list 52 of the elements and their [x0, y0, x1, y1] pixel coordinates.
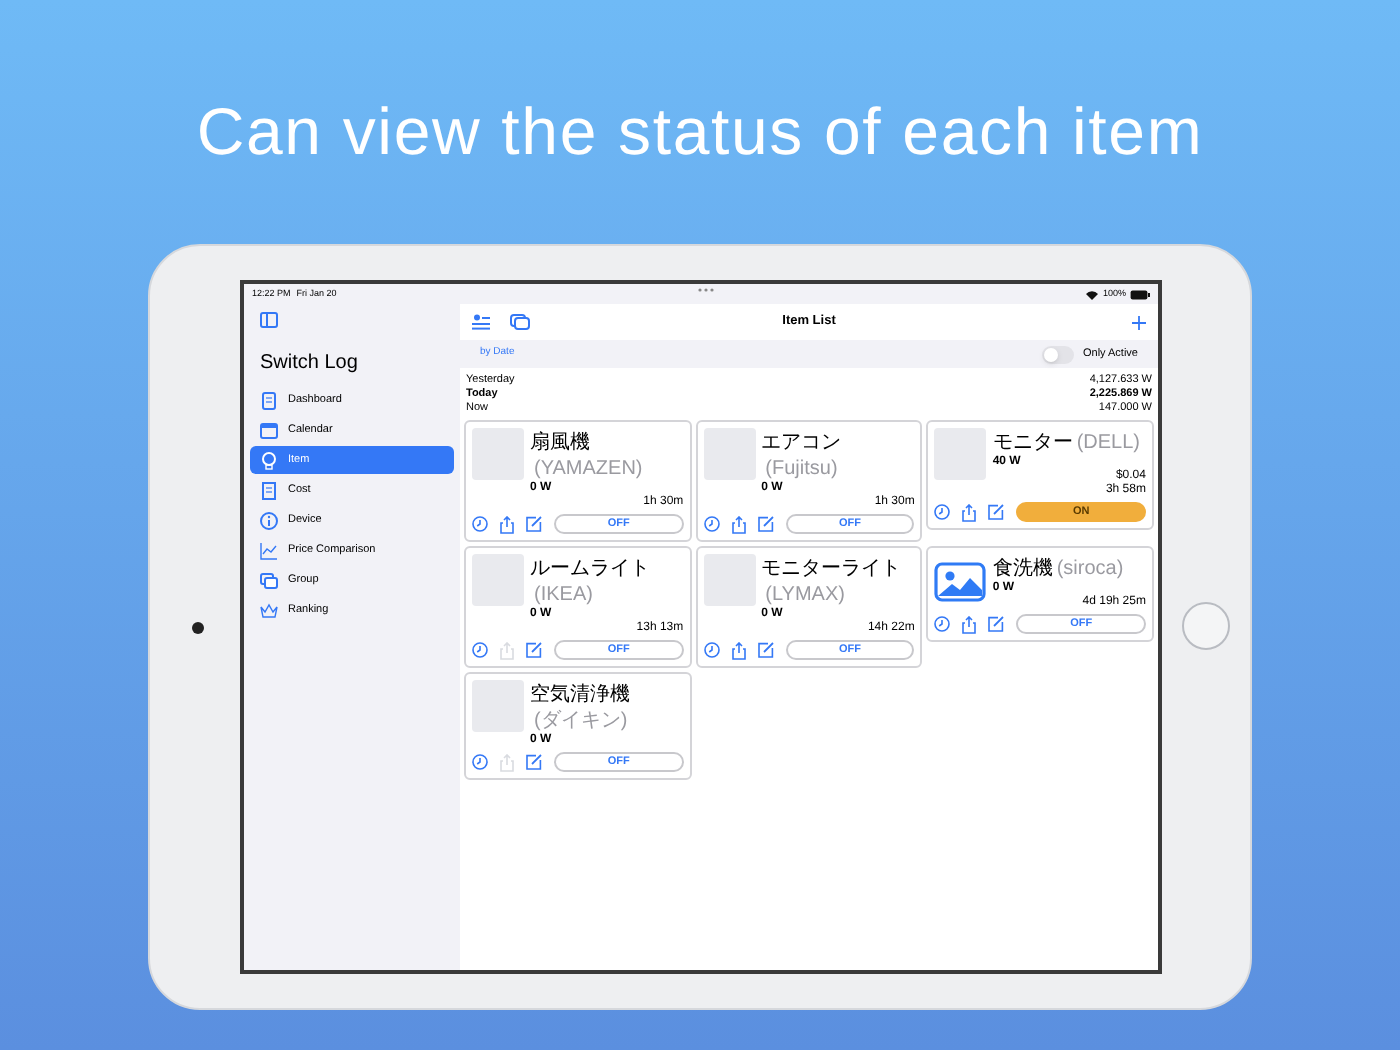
- edit-icon[interactable]: [988, 504, 1005, 520]
- clock-icon[interactable]: [472, 516, 488, 532]
- headline: Can view the status of each item: [196, 92, 1204, 172]
- edit-icon[interactable]: [526, 754, 542, 770]
- item-brand: (ダイキン): [534, 710, 628, 732]
- share-icon[interactable]: [731, 515, 746, 533]
- crown-icon: [260, 601, 278, 619]
- calendar-icon: [260, 421, 278, 439]
- sidebar-title: Switch Log: [260, 350, 360, 378]
- clock-icon[interactable]: [472, 642, 488, 658]
- lightbulb-icon: [260, 451, 278, 469]
- edit-icon[interactable]: [526, 516, 542, 532]
- clock-icon[interactable]: [703, 516, 720, 532]
- only-active-toggle[interactable]: [1042, 345, 1075, 363]
- edit-icon[interactable]: [757, 642, 774, 658]
- item-brand: (LYMAX): [765, 584, 845, 606]
- camera-icon: [192, 622, 204, 634]
- item-name: モニターライト: [761, 558, 902, 580]
- item-name: 空気清浄機: [530, 684, 630, 706]
- folders-icon[interactable]: [510, 314, 530, 330]
- item-name: 食洗機: [992, 558, 1053, 580]
- clock-icon[interactable]: [703, 642, 720, 658]
- list-icon[interactable]: [472, 314, 490, 330]
- edit-icon[interactable]: [988, 616, 1005, 632]
- receipt-icon: [260, 481, 278, 499]
- item-name: 扇風機: [530, 432, 590, 454]
- edit-icon[interactable]: [526, 642, 542, 658]
- item-brand: (Fujitsu): [765, 458, 838, 480]
- folders-icon: [260, 571, 278, 589]
- chart-icon: [260, 541, 278, 559]
- share-icon[interactable]: [731, 641, 746, 659]
- item-brand: (YAMAZEN): [534, 458, 643, 480]
- clock-icon[interactable]: [934, 616, 951, 632]
- wifi-icon: [1086, 289, 1099, 299]
- info-icon: [260, 511, 278, 529]
- document-icon: [260, 391, 278, 409]
- image-icon: [934, 562, 987, 602]
- clock-icon[interactable]: [472, 754, 488, 770]
- item-brand: (IKEA): [534, 584, 593, 606]
- item-name: エアコン: [761, 432, 842, 454]
- share-icon[interactable]: [500, 515, 514, 533]
- item-brand: (siroca): [1056, 558, 1124, 580]
- item-name: ルームライト: [530, 558, 650, 580]
- sidebar-toggle-icon[interactable]: [260, 312, 278, 328]
- battery-icon: [1130, 289, 1150, 299]
- share-icon[interactable]: [962, 503, 977, 521]
- add-icon[interactable]: [1132, 315, 1146, 329]
- share-icon[interactable]: [962, 615, 977, 633]
- clock-icon[interactable]: [934, 504, 951, 520]
- item-name: モニター: [992, 432, 1073, 454]
- edit-icon[interactable]: [757, 516, 774, 532]
- item-brand: (DELL): [1076, 432, 1141, 454]
